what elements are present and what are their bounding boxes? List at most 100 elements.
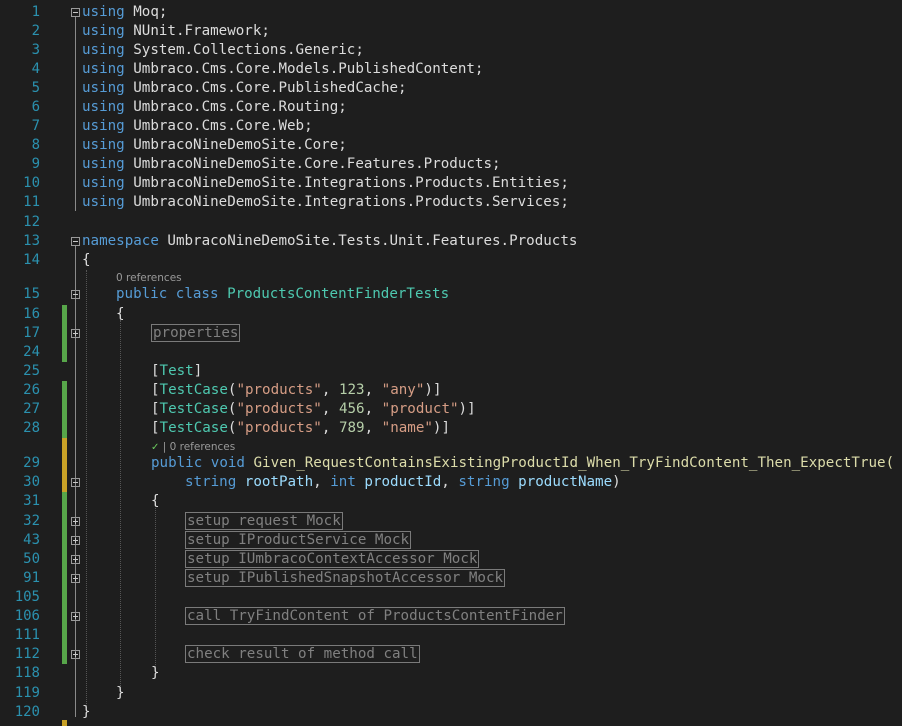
collapsed-region[interactable]: setup IUmbracoContextAccessor Mock — [185, 550, 480, 568]
fold-plus-icon[interactable] — [71, 536, 80, 545]
code-line[interactable]: [TestCase("products", 789, "name")] — [151, 419, 450, 438]
code-line[interactable]: { — [82, 251, 91, 270]
code-line[interactable]: } — [82, 703, 91, 722]
number-literal: 123 — [338, 382, 365, 398]
collapsed-region[interactable]: setup IProductService Mock — [185, 531, 412, 549]
line-number: 2 — [31, 23, 40, 39]
bracket: [ — [151, 420, 160, 436]
line-number: 1 — [31, 4, 40, 20]
namespace-ref: UmbracoNineDemoSite.Integrations.Product… — [133, 194, 569, 210]
code-line[interactable]: setup IUmbracoContextAccessor Mock — [185, 550, 480, 569]
line-number: 106 — [14, 608, 40, 624]
code-line[interactable]: setup IPublishedSnapshotAccessor Mock — [185, 569, 506, 588]
code-line[interactable]: string rootPath, int productId, string p… — [185, 473, 621, 492]
attribute-name: Test — [159, 363, 194, 379]
line-number: 27 — [23, 401, 40, 417]
number-literal: 456 — [338, 401, 365, 417]
code-line[interactable]: call TryFindContent of ProductsContentFi… — [185, 607, 565, 626]
collapsed-region[interactable]: check result of method call — [185, 645, 420, 663]
code-line[interactable]: using Umbraco.Cms.Core.Models.PublishedC… — [82, 60, 483, 79]
line-number: 120 — [14, 704, 40, 720]
namespace-ref: UmbracoNineDemoSite.Core; — [133, 137, 347, 153]
brace: } — [82, 704, 91, 720]
namespace-ref: NUnit.Framework; — [133, 23, 270, 39]
bracket: ] — [432, 382, 442, 398]
string-literal: "name" — [381, 420, 433, 436]
code-line[interactable]: [TestCase("products", 123, "any")] — [151, 381, 441, 400]
collapsed-region[interactable]: setup IPublishedSnapshotAccessor Mock — [185, 569, 506, 587]
code-line[interactable]: public void Given_RequestContainsExistin… — [151, 454, 894, 473]
fold-minus-icon[interactable] — [71, 8, 80, 17]
code-line[interactable]: } — [151, 664, 160, 683]
code-line[interactable]: using Umbraco.Cms.Core.PublishedCache; — [82, 79, 407, 98]
code-line[interactable]: using UmbracoNineDemoSite.Core; — [82, 136, 347, 155]
line-number: 105 — [14, 589, 40, 605]
code-line[interactable]: using System.Collections.Generic; — [82, 41, 364, 60]
parameter: productName — [518, 474, 613, 490]
code-line[interactable]: setup IProductService Mock — [185, 531, 412, 550]
keyword: using — [82, 42, 125, 58]
fold-minus-icon[interactable] — [71, 290, 80, 299]
code-line[interactable]: using NUnit.Framework; — [82, 22, 270, 41]
fold-plus-icon[interactable] — [71, 329, 80, 338]
codelens-references[interactable]: 0 references — [116, 271, 182, 285]
attribute-name: TestCase — [159, 382, 228, 398]
keyword: public — [116, 286, 168, 302]
code-line[interactable]: { — [151, 492, 160, 511]
namespace-ref: UmbracoNineDemoSite.Core.Features.Produc… — [133, 156, 501, 172]
keyword: using — [82, 4, 125, 20]
codelens-reference-count[interactable]: | 0 references — [163, 441, 236, 453]
code-line[interactable]: using Umbraco.Cms.Core.Web; — [82, 117, 313, 136]
fold-plus-icon[interactable] — [71, 574, 80, 583]
keyword: using — [82, 80, 125, 96]
fold-plus-icon[interactable] — [71, 555, 80, 564]
fold-plus-icon[interactable] — [71, 517, 80, 526]
bracket: ] — [467, 401, 476, 417]
line-number: 9 — [31, 156, 40, 172]
fold-minus-icon[interactable] — [71, 237, 80, 246]
fold-plus-icon[interactable] — [71, 612, 80, 621]
code-line[interactable]: using UmbracoNineDemoSite.Integrations.P… — [82, 193, 569, 212]
code-line[interactable]: using Umbraco.Cms.Core.Routing; — [82, 98, 347, 117]
code-line[interactable]: properties — [151, 324, 241, 343]
fold-minus-icon[interactable] — [71, 478, 80, 487]
code-line[interactable]: using Moq; — [82, 3, 167, 22]
keyword: using — [82, 137, 125, 153]
code-line[interactable]: namespace UmbracoNineDemoSite.Tests.Unit… — [82, 232, 577, 251]
code-line[interactable]: } — [116, 684, 125, 703]
code-line[interactable]: { — [116, 305, 125, 324]
code-line[interactable]: [TestCase("products", 456, "product")] — [151, 400, 476, 419]
line-number: 29 — [23, 455, 40, 471]
string-literal: "product" — [381, 401, 459, 417]
namespace-ref: Umbraco.Cms.Core.Models.PublishedContent… — [133, 61, 484, 77]
collapsed-region[interactable]: properties — [151, 324, 241, 342]
fold-plus-icon[interactable] — [71, 650, 80, 659]
line-number: 28 — [23, 420, 40, 436]
line-number: 24 — [23, 344, 40, 360]
line-number: 31 — [23, 493, 40, 509]
brace: { — [116, 306, 125, 322]
namespace-ref: Umbraco.Cms.Core.Routing; — [133, 99, 347, 115]
code-line[interactable]: check result of method call — [185, 645, 420, 664]
line-number: 14 — [23, 252, 40, 268]
line-number: 43 — [23, 532, 40, 548]
collapsed-region[interactable]: setup request Mock — [185, 512, 343, 530]
code-editor[interactable]: 1 2 3 4 5 6 7 8 9 10 11 12 13 14 15 16 1… — [0, 0, 902, 726]
codelens-references[interactable]: ✓ | 0 references — [151, 440, 235, 455]
code-line[interactable]: using UmbracoNineDemoSite.Integrations.P… — [82, 174, 569, 193]
keyword: public — [151, 455, 203, 471]
namespace-ref: Moq; — [133, 4, 168, 20]
brace: } — [116, 685, 125, 701]
keyword: using — [82, 61, 125, 77]
keyword: using — [82, 175, 125, 191]
code-line[interactable]: setup request Mock — [185, 512, 343, 531]
collapsed-region[interactable]: call TryFindContent of ProductsContentFi… — [185, 607, 565, 625]
code-line[interactable]: public class ProductsContentFinderTests — [116, 285, 449, 304]
keyword: string — [185, 474, 237, 490]
line-number: 91 — [23, 570, 40, 586]
line-number: 10 — [23, 175, 40, 191]
code-line[interactable]: [Test] — [151, 362, 202, 381]
line-number: 32 — [23, 513, 40, 529]
code-line[interactable]: using UmbracoNineDemoSite.Core.Features.… — [82, 155, 501, 174]
indent-guide — [120, 320, 121, 690]
